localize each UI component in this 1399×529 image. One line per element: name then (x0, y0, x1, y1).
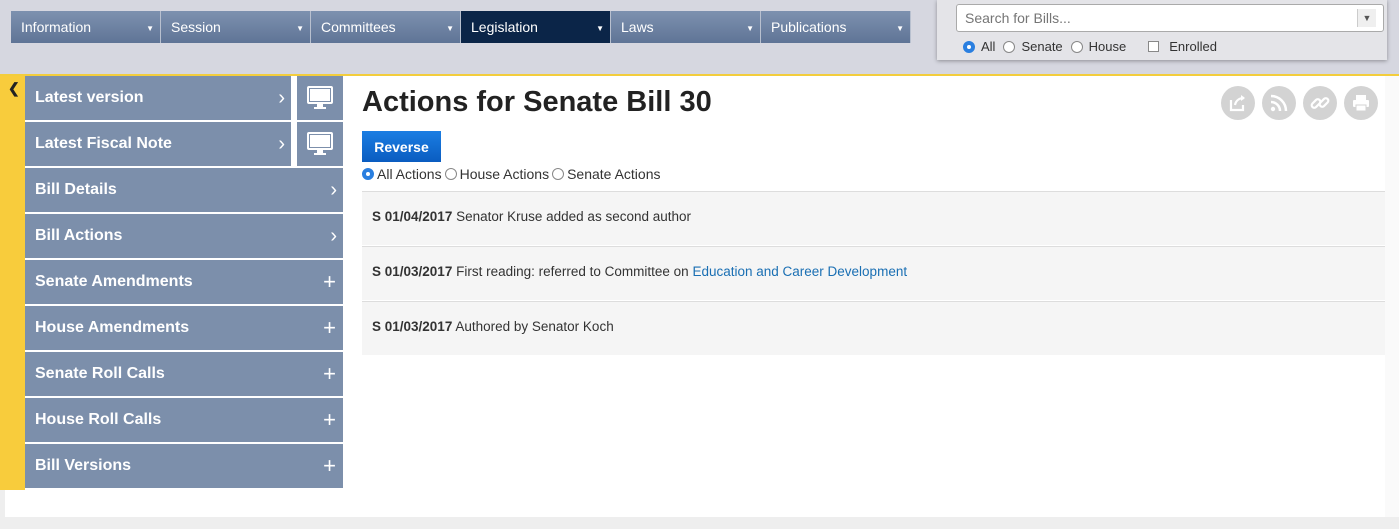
scrollbar-track[interactable] (1385, 76, 1399, 517)
page-bottom (0, 517, 1399, 529)
radio-unselected[interactable] (1070, 40, 1083, 53)
list-item: S 01/03/2017 First reading: referred to … (362, 246, 1385, 300)
caret-down-icon: ▼ (596, 24, 604, 33)
top-bar: Information ▼ Session ▼ Committees ▼ Legisl… (0, 0, 1399, 76)
sidebar-item-latest-fiscal-note[interactable]: Latest Fiscal Note › (25, 122, 291, 166)
actions-list: S 01/04/2017 Senator Kruse added as seco… (362, 191, 1385, 356)
enrolled-checkbox[interactable]: Enrolled (1148, 39, 1217, 54)
chevron-right-icon: › (278, 87, 285, 109)
sidebar-accent-strip (0, 76, 25, 490)
sidebar-item-bill-details[interactable]: Bill Details › (25, 168, 343, 212)
permalink-button[interactable] (1303, 86, 1337, 120)
print-button[interactable] (1344, 86, 1378, 120)
plus-icon: + (323, 269, 336, 294)
filter-all-actions[interactable]: All Actions (362, 166, 442, 182)
radio-selected[interactable] (963, 40, 975, 53)
chevron-right-icon: › (330, 179, 337, 201)
search-scope-options: All Senate House Enrolled (963, 39, 1225, 54)
plus-icon: + (323, 453, 336, 478)
nav-laws[interactable]: Laws ▼ (611, 11, 761, 43)
chevron-right-icon: › (330, 225, 337, 247)
collapse-sidebar-icon[interactable]: ❮ (8, 80, 20, 97)
search-input[interactable] (956, 4, 1384, 32)
nav-session[interactable]: Session ▼ (161, 11, 311, 43)
caret-down-icon: ▼ (446, 24, 454, 33)
sidebar: Latest version › Latest Fiscal Note › Bi… (25, 76, 343, 490)
scope-all[interactable]: All (963, 39, 995, 54)
sidebar-item-house-roll-calls[interactable]: House Roll Calls + (25, 398, 343, 442)
monitor-icon (307, 132, 333, 155)
page-tools (1221, 86, 1385, 120)
committee-link[interactable]: Education and Career Development (692, 264, 907, 279)
list-item: S 01/04/2017 Senator Kruse added as seco… (362, 191, 1385, 245)
sidebar-item-house-amendments[interactable]: House Amendments + (25, 306, 343, 350)
plus-icon: + (323, 315, 336, 340)
nav-legislation[interactable]: Legislation ▼ (461, 11, 611, 43)
nav-information[interactable]: Information ▼ (11, 11, 161, 43)
share-icon (1229, 95, 1245, 112)
radio-selected[interactable] (362, 168, 374, 180)
radio-unselected[interactable] (444, 168, 457, 180)
link-icon (1310, 97, 1330, 109)
reverse-button[interactable]: Reverse (362, 131, 441, 162)
filter-house-actions[interactable]: House Actions (444, 166, 549, 182)
monitor-icon (307, 86, 333, 109)
caret-down-icon: ▼ (1362, 13, 1372, 23)
nav-publications[interactable]: Publications ▼ (761, 11, 911, 43)
search-dropdown-toggle[interactable]: ▼ (1357, 9, 1376, 27)
view-fiscal-note-button[interactable] (297, 122, 343, 166)
checkbox[interactable] (1148, 41, 1160, 52)
chevron-right-icon: › (278, 133, 285, 155)
sidebar-item-senate-roll-calls[interactable]: Senate Roll Calls + (25, 352, 343, 396)
view-latest-version-button[interactable] (297, 76, 343, 120)
share-button[interactable] (1221, 86, 1255, 120)
page-title: Actions for Senate Bill 30 (362, 86, 712, 118)
top-nav: Information ▼ Session ▼ Committees ▼ Legisl… (11, 11, 911, 43)
action-filter-options: All Actions House Actions Senate Actions (362, 166, 664, 182)
caret-down-icon: ▼ (746, 24, 754, 33)
sidebar-item-bill-actions[interactable]: Bill Actions › (25, 214, 343, 258)
plus-icon: + (323, 361, 336, 386)
radio-unselected[interactable] (1003, 40, 1016, 53)
radio-unselected[interactable] (552, 168, 565, 180)
caret-down-icon: ▼ (896, 24, 904, 33)
search-panel: ▼ All Senate House Enrolled (937, 0, 1387, 60)
sidebar-item-bill-versions[interactable]: Bill Versions + (25, 444, 343, 488)
sidebar-item-senate-amendments[interactable]: Senate Amendments + (25, 260, 343, 304)
scope-house[interactable]: House (1070, 39, 1126, 54)
filter-senate-actions[interactable]: Senate Actions (552, 166, 661, 182)
caret-down-icon: ▼ (146, 24, 154, 33)
rss-icon (1270, 94, 1288, 112)
scope-senate[interactable]: Senate (1003, 39, 1063, 54)
caret-down-icon: ▼ (296, 24, 304, 33)
list-item: S 01/03/2017 Authored by Senator Koch (362, 301, 1385, 355)
sidebar-item-latest-version[interactable]: Latest version › (25, 76, 291, 120)
plus-icon: + (323, 407, 336, 432)
print-icon (1353, 95, 1369, 112)
nav-committees[interactable]: Committees ▼ (311, 11, 461, 43)
rss-button[interactable] (1262, 86, 1296, 120)
